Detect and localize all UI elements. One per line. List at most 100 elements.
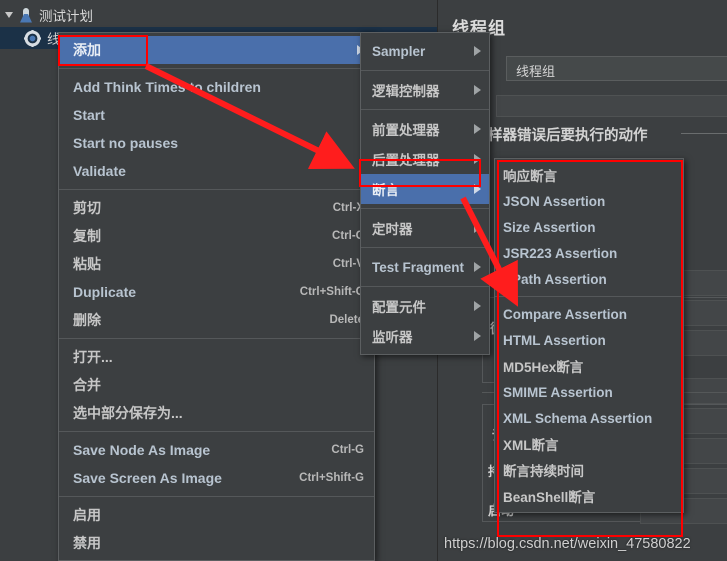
menu-item[interactable]: 删除 Delete bbox=[59, 306, 374, 334]
watermark-url: https://blog.csdn.net/weixin_47580822 bbox=[444, 536, 691, 552]
menu-item-label: XML Schema Assertion bbox=[503, 410, 653, 426]
chevron-right-icon bbox=[474, 154, 481, 164]
menu-item-shortcut: Ctrl-C bbox=[332, 230, 364, 242]
jmeter-screenshot: 测试计划 线程组 线程组 线程组 样器错误后 bbox=[0, 0, 727, 561]
menu-item[interactable]: 启用 bbox=[59, 501, 374, 529]
menu-item-label: SMIME Assertion bbox=[503, 384, 613, 400]
menu-item-label: Duplicate bbox=[73, 284, 137, 300]
assertion-submenu[interactable]: 响应断言 JSON Assertion Size Assertion JSR223 A… bbox=[494, 158, 684, 513]
menu-item[interactable]: Duplicate Ctrl+Shift-C bbox=[59, 278, 374, 306]
menu-item[interactable]: 合并 bbox=[59, 371, 374, 399]
menu-item-label: 配置元件 bbox=[372, 300, 426, 315]
menu-item-label: Start bbox=[73, 107, 105, 123]
chevron-right-icon bbox=[474, 331, 481, 341]
gear-icon bbox=[24, 29, 41, 47]
chevron-right-icon bbox=[474, 85, 481, 95]
menu-item[interactable]: 剪切 Ctrl-X bbox=[59, 194, 374, 222]
chevron-right-icon bbox=[474, 184, 481, 194]
menu-item-label: BeanShell断言 bbox=[503, 490, 596, 505]
menu-item[interactable]: Save Screen As Image Ctrl+Shift-G bbox=[59, 464, 374, 492]
menu-item[interactable]: JSR223 Assertion bbox=[495, 240, 683, 266]
menu-item[interactable]: 禁用 bbox=[59, 529, 374, 557]
menu-separator bbox=[361, 70, 489, 71]
menu-item[interactable]: 添加 bbox=[59, 36, 374, 64]
menu-item[interactable]: Size Assertion bbox=[495, 214, 683, 240]
menu-item[interactable]: JSON Assertion bbox=[495, 188, 683, 214]
menu-item[interactable]: Add Think Times to children bbox=[59, 73, 374, 101]
menu-item-label: HTML Assertion bbox=[503, 332, 606, 348]
chevron-right-icon bbox=[474, 124, 481, 134]
menu-item-label: Size Assertion bbox=[503, 219, 596, 235]
chevron-right-icon bbox=[474, 46, 481, 56]
node-context-menu[interactable]: 添加 Add Think Times to children Start Start … bbox=[58, 32, 375, 561]
menu-item[interactable]: 前置处理器 bbox=[361, 114, 489, 144]
menu-separator bbox=[59, 496, 374, 497]
menu-item[interactable]: XML Schema Assertion bbox=[495, 405, 683, 431]
menu-item-label: Validate bbox=[73, 163, 126, 179]
menu-item-label: 添加 bbox=[73, 42, 101, 58]
chevron-down-icon[interactable] bbox=[5, 12, 13, 18]
menu-item-label: 禁用 bbox=[73, 535, 101, 551]
menu-item[interactable]: 打开... bbox=[59, 343, 374, 371]
menu-item-label: Compare Assertion bbox=[503, 306, 628, 322]
menu-item[interactable]: BeanShell断言 bbox=[495, 483, 683, 509]
menu-separator bbox=[59, 431, 374, 432]
group-divider bbox=[681, 133, 727, 134]
menu-item-shortcut: Ctrl+Shift-C bbox=[299, 286, 364, 298]
menu-item-label: 打开... bbox=[73, 349, 113, 365]
menu-item[interactable]: 断言持续时间 bbox=[495, 457, 683, 483]
menu-item[interactable]: Start bbox=[59, 101, 374, 129]
menu-item[interactable]: 定时器 bbox=[361, 213, 489, 243]
menu-item-label: Start no pauses bbox=[73, 135, 179, 151]
menu-separator bbox=[495, 296, 683, 297]
menu-item-label: Sampler bbox=[372, 43, 426, 59]
menu-separator bbox=[361, 208, 489, 209]
menu-item[interactable]: 复制 Ctrl-C bbox=[59, 222, 374, 250]
menu-item-label: Add Think Times to children bbox=[73, 79, 261, 95]
error-action-group-label: 样器错误后要执行的动作 bbox=[488, 128, 648, 144]
menu-item-label: Save Node As Image bbox=[73, 442, 211, 458]
menu-item[interactable]: MD5Hex断言 bbox=[495, 353, 683, 379]
tree-item-test-plan[interactable]: 测试计划 bbox=[5, 4, 93, 26]
menu-item-label: 启用 bbox=[73, 507, 101, 523]
menu-item[interactable]: 粘贴 Ctrl-V bbox=[59, 250, 374, 278]
menu-item[interactable]: 断言 bbox=[361, 174, 489, 204]
menu-item-shortcut: Delete bbox=[329, 314, 364, 326]
menu-item-label: 响应断言 bbox=[503, 169, 557, 184]
chevron-right-icon bbox=[474, 301, 481, 311]
menu-item-label: 前置处理器 bbox=[372, 123, 440, 138]
menu-item[interactable]: HTML Assertion bbox=[495, 327, 683, 353]
menu-item[interactable]: 选中部分保存为... bbox=[59, 399, 374, 427]
menu-separator bbox=[361, 109, 489, 110]
comments-field[interactable] bbox=[496, 95, 727, 117]
menu-item[interactable]: Start no pauses bbox=[59, 129, 374, 157]
menu-item[interactable]: XML断言 bbox=[495, 431, 683, 457]
menu-item[interactable]: Save Node As Image Ctrl-G bbox=[59, 436, 374, 464]
menu-item-label: 复制 bbox=[73, 228, 101, 244]
chevron-right-icon bbox=[474, 223, 481, 233]
menu-item-shortcut: Ctrl-G bbox=[331, 444, 364, 456]
menu-item-label: 后置处理器 bbox=[372, 153, 440, 168]
menu-separator bbox=[59, 338, 374, 339]
menu-item[interactable]: 响应断言 bbox=[495, 162, 683, 188]
menu-item-label: 断言持续时间 bbox=[503, 464, 584, 479]
menu-item[interactable]: Sampler bbox=[361, 36, 489, 66]
menu-item-label: 定时器 bbox=[372, 222, 413, 237]
name-field[interactable]: 线程组 bbox=[506, 56, 727, 81]
add-submenu[interactable]: Sampler 逻辑控制器前置处理器后置处理器断言定时器 Test Fragment… bbox=[360, 32, 490, 355]
menu-item[interactable]: SMIME Assertion bbox=[495, 379, 683, 405]
menu-separator bbox=[361, 247, 489, 248]
menu-item-label: 逻辑控制器 bbox=[372, 84, 440, 99]
tree-item-label: 测试计划 bbox=[39, 9, 93, 24]
menu-item-label: 监听器 bbox=[372, 330, 413, 345]
menu-item[interactable]: 后置处理器 bbox=[361, 144, 489, 174]
menu-item[interactable]: XPath Assertion bbox=[495, 266, 683, 292]
menu-item[interactable]: Test Fragment bbox=[361, 252, 489, 282]
menu-item-shortcut: Ctrl-X bbox=[332, 202, 364, 214]
menu-item[interactable]: 逻辑控制器 bbox=[361, 75, 489, 105]
menu-item[interactable]: Validate bbox=[59, 157, 374, 185]
menu-item[interactable]: 监听器 bbox=[361, 321, 489, 351]
menu-item[interactable]: 配置元件 bbox=[361, 291, 489, 321]
menu-item[interactable]: Compare Assertion bbox=[495, 301, 683, 327]
test-plan-icon bbox=[19, 7, 33, 23]
